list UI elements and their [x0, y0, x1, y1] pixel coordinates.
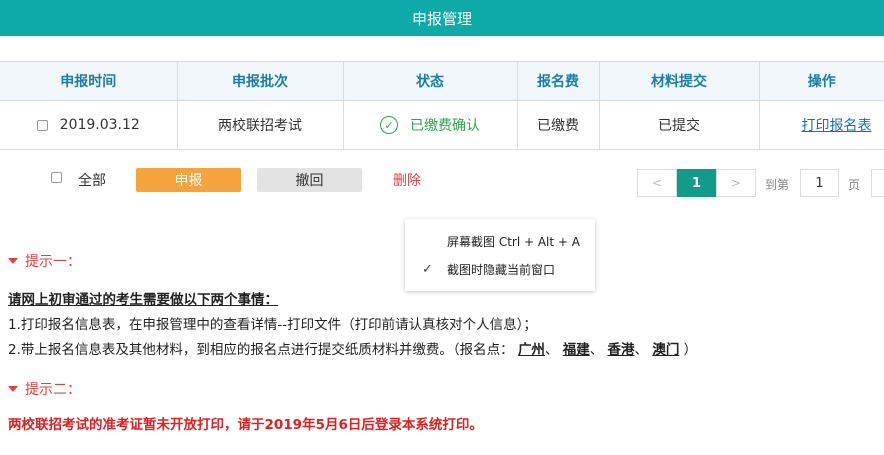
cell-batch: 两校联招考试	[176, 100, 344, 150]
menu-item-hide-window-label: 截图时隐藏当前窗口	[447, 262, 556, 277]
tip-one-step2-prefix: 2.带上报名信息表及其他材料，到相应的报名点进行提交纸质材料并缴费。（报名点：	[8, 342, 514, 358]
withdraw-button[interactable]: 撤回	[257, 168, 362, 192]
point-fujian[interactable]: 福建	[563, 342, 590, 358]
screenshot-context-menu: 屏幕截图 Ctrl + Alt + A ✓ 截图时隐藏当前窗口	[405, 219, 595, 291]
menu-item-hide-window[interactable]: ✓ 截图时隐藏当前窗口	[405, 255, 595, 283]
status-text: 已缴费确认	[410, 118, 480, 134]
page-title: 申报管理	[411, 9, 472, 28]
checkmark-icon: ✓	[422, 261, 433, 277]
pager-prev-button[interactable]: <	[637, 169, 677, 197]
col-header-batch: 申报批次	[176, 61, 344, 101]
pager-go-button[interactable]	[871, 169, 884, 197]
caret-down-icon	[8, 386, 18, 392]
tip-two-title: 提示二：	[25, 382, 81, 398]
point-hongkong[interactable]: 香港	[608, 342, 635, 358]
pager-current-page[interactable]: 1	[677, 169, 716, 197]
point-guangzhou[interactable]: 广州	[518, 342, 545, 358]
col-header-status: 状态	[342, 61, 518, 101]
col-header-fee: 报名费	[516, 61, 600, 101]
tip-one-step2-suffix: ）	[683, 342, 698, 358]
col-header-materials: 材料提交	[598, 61, 760, 101]
sep-1: 、	[544, 342, 559, 358]
pager-next-button[interactable]: >	[716, 169, 756, 197]
tip-two-text: 两校联招考试的准考证暂未开放打印，请于2019年5月6日后登录本系统打印。	[8, 417, 483, 433]
col-header-date: 申报时间	[0, 61, 178, 101]
sep-3: 、	[634, 342, 649, 358]
delete-link[interactable]: 删除	[393, 170, 421, 190]
caret-down-icon	[8, 258, 18, 264]
pager-page-unit: 页	[848, 178, 861, 192]
check-circle-icon: ✓	[380, 116, 398, 134]
cell-date: 2019.03.12	[0, 100, 178, 150]
menu-item-screenshot[interactable]: 屏幕截图 Ctrl + Alt + A	[405, 227, 595, 255]
select-all-label: 全部	[78, 173, 106, 189]
select-all-checkbox[interactable]	[51, 172, 62, 183]
page-header: 申报管理	[0, 0, 884, 36]
pager-goto-label: 到第	[765, 178, 790, 192]
menu-item-screenshot-label: 屏幕截图 Ctrl + Alt + A	[447, 234, 580, 249]
tip-one-step1: 1.打印报名信息表，在申报管理中的查看详情--打印文件（打印前请认真核对个人信息…	[8, 317, 537, 333]
declaration-table: 申报时间 申报批次 状态 报名费 材料提交 操作 2019.03.12 两校联招…	[0, 61, 884, 150]
row-checkbox[interactable]	[36, 119, 48, 131]
table-row: 2019.03.12 两校联招考试 ✓ 已缴费确认 已缴费 已提交 打印报名表	[0, 100, 884, 150]
tip-one-intro-text: 请网上初审通过的考生需要做以下两个事情：	[8, 292, 278, 308]
cell-status: ✓ 已缴费确认	[342, 100, 518, 150]
table-header-row: 申报时间 申报批次 状态 报名费 材料提交 操作	[0, 61, 884, 101]
cell-action: 打印报名表	[758, 100, 884, 150]
pager-goto-input[interactable]: 1	[800, 169, 839, 197]
print-form-link[interactable]: 打印报名表	[802, 118, 872, 134]
col-header-action: 操作	[758, 61, 884, 101]
tip-one-intro: 请网上初审通过的考生需要做以下两个事情：	[8, 288, 278, 308]
tip-one-title: 提示一：	[25, 254, 81, 270]
sep-2: 、	[589, 342, 604, 358]
tip-one-heading: 提示一：	[8, 251, 81, 271]
tip-one-step2: 2.带上报名信息表及其他材料，到相应的报名点进行提交纸质材料并缴费。（报名点： …	[8, 338, 697, 358]
point-macau[interactable]: 澳门	[652, 342, 679, 358]
submit-button[interactable]: 申报	[136, 168, 241, 192]
tip-two-heading: 提示二：	[8, 379, 81, 399]
cell-materials: 已提交	[598, 100, 760, 150]
cell-fee: 已缴费	[516, 100, 600, 150]
row-date: 2019.03.12	[59, 117, 140, 133]
